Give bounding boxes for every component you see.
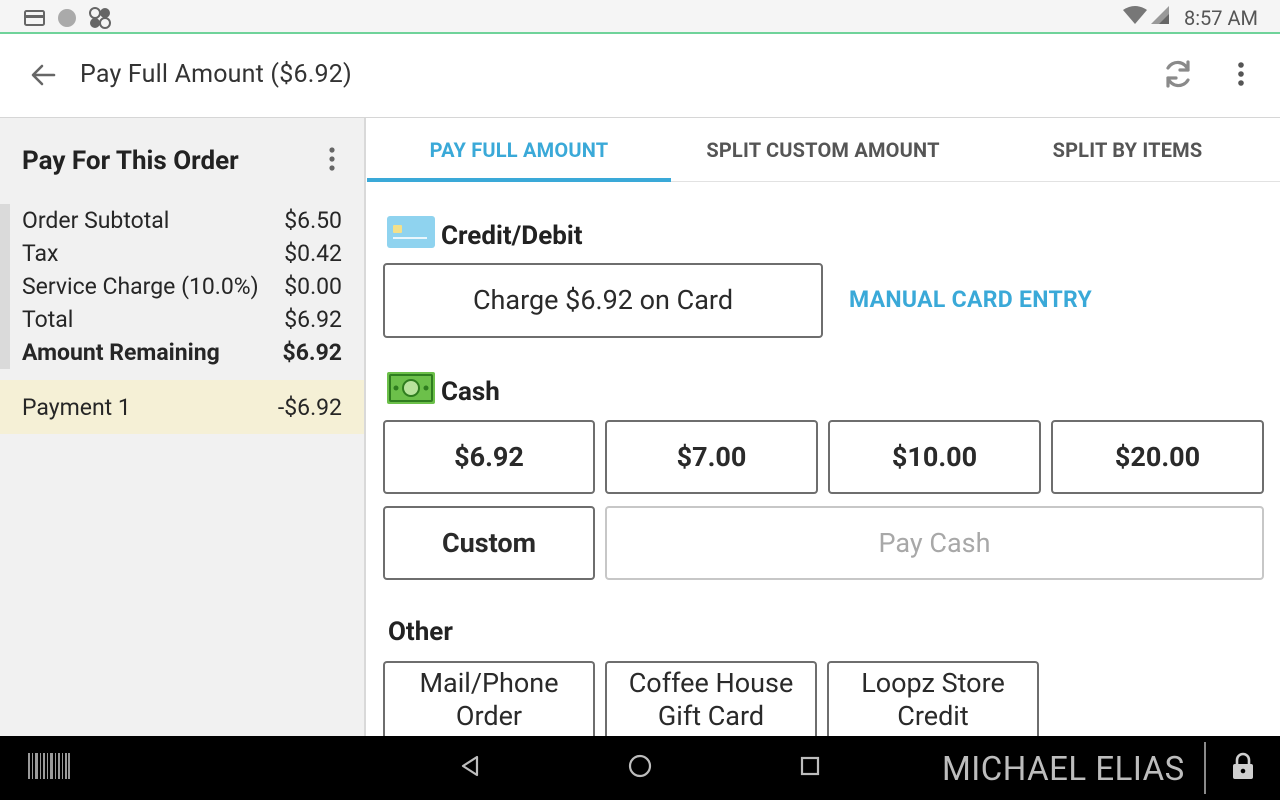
tax-label: Tax <box>22 240 59 267</box>
order-summary-panel: Pay For This Order Order Subtotal $6.50 … <box>0 118 366 736</box>
total-value: $6.92 <box>284 306 342 333</box>
subtotal-row: Order Subtotal $6.50 <box>10 204 364 237</box>
service-charge-row: Service Charge (10.0%) $0.00 <box>10 270 364 303</box>
wifi-icon <box>1122 5 1148 30</box>
cash-label: Cash <box>441 376 500 407</box>
order-summary-menu-button[interactable] <box>320 146 344 176</box>
payment-row[interactable]: Payment 1 -$6.92 <box>0 380 364 434</box>
store-credit-button[interactable]: Loopz Store Credit <box>827 661 1039 736</box>
nav-recents-button[interactable] <box>792 752 828 784</box>
tax-value: $0.42 <box>284 240 342 267</box>
back-arrow-icon <box>30 62 56 92</box>
cash-amount-button[interactable]: $7.00 <box>605 420 818 494</box>
service-charge-value: $0.00 <box>284 273 342 300</box>
more-vert-icon <box>328 146 336 176</box>
order-summary-list: Order Subtotal $6.50 Tax $0.42 Service C… <box>0 204 364 369</box>
tab-split-by-items[interactable]: SPLIT BY ITEMS <box>975 118 1280 182</box>
cash-amount-button[interactable]: $10.00 <box>828 420 1041 494</box>
order-summary-title: Pay For This Order <box>22 146 239 176</box>
nav-back-button[interactable] <box>452 752 488 784</box>
nav-home-icon <box>628 754 652 782</box>
status-time: 8:57 AM <box>1183 5 1258 30</box>
mail-phone-order-button[interactable]: Mail/Phone Order <box>383 661 595 736</box>
nav-home-button[interactable] <box>622 752 658 784</box>
amount-remaining-label: Amount Remaining <box>22 339 220 366</box>
card-reader-icon <box>24 9 46 31</box>
barcode-icon <box>28 753 70 783</box>
custom-cash-button[interactable]: Custom <box>383 506 595 580</box>
total-row: Total $6.92 <box>10 303 364 336</box>
credit-debit-label: Credit/Debit <box>441 220 583 251</box>
cash-amount-button[interactable]: $6.92 <box>383 420 595 494</box>
circle-status-icon <box>56 7 78 33</box>
app-bar: Pay Full Amount ($6.92) <box>0 36 1280 118</box>
tax-row: Tax $0.42 <box>10 237 364 270</box>
barcode-button[interactable] <box>28 752 70 784</box>
amount-remaining-value: $6.92 <box>282 339 342 366</box>
subtotal-label: Order Subtotal <box>22 207 170 234</box>
nav-back-icon <box>459 755 481 781</box>
active-tab-indicator <box>367 178 671 182</box>
subtotal-value: $6.50 <box>284 207 342 234</box>
total-label: Total <box>22 306 74 333</box>
tab-pay-full-amount[interactable]: PAY FULL AMOUNT <box>367 118 671 182</box>
cellular-signal-icon <box>1150 5 1170 30</box>
nav-divider <box>1204 742 1206 794</box>
charge-card-button[interactable]: Charge $6.92 on Card <box>383 263 823 338</box>
lock-button[interactable] <box>1226 752 1260 784</box>
status-bar-right: 8:57 AM <box>1122 5 1258 30</box>
other-heading: Other <box>388 617 453 647</box>
manual-card-entry-button[interactable]: MANUAL CARD ENTRY <box>849 286 1092 313</box>
status-bar: 8:57 AM <box>0 0 1280 34</box>
other-label: Other <box>388 617 453 647</box>
employee-name: MICHAEL ELIAS <box>942 750 1185 789</box>
lock-icon <box>1231 752 1255 784</box>
gift-card-button[interactable]: Coffee House Gift Card <box>605 661 817 736</box>
pay-cash-button[interactable]: Pay Cash <box>605 506 1264 580</box>
cash-icon <box>387 372 435 411</box>
service-charge-label: Service Charge (10.0%) <box>22 273 259 300</box>
cash-amount-button[interactable]: $20.00 <box>1051 420 1264 494</box>
status-bar-left <box>24 6 112 34</box>
cash-heading: Cash <box>387 372 500 411</box>
credit-card-icon <box>387 216 435 255</box>
payment-label: Payment 1 <box>22 393 131 421</box>
amount-remaining-row: Amount Remaining $6.92 <box>10 336 364 369</box>
payment-tabs: PAY FULL AMOUNT SPLIT CUSTOM AMOUNT SPLI… <box>367 118 1280 182</box>
clover-icon <box>88 6 112 34</box>
back-button[interactable] <box>26 60 60 94</box>
refresh-button[interactable] <box>1158 56 1198 96</box>
payment-value: -$6.92 <box>277 393 342 421</box>
tab-split-custom-amount[interactable]: SPLIT CUSTOM AMOUNT <box>671 118 975 182</box>
refresh-icon <box>1161 57 1195 95</box>
page-title: Pay Full Amount ($6.92) <box>80 60 352 89</box>
overflow-menu-button[interactable] <box>1226 56 1256 96</box>
credit-debit-heading: Credit/Debit <box>387 216 583 255</box>
system-nav-bar: MICHAEL ELIAS <box>0 736 1280 800</box>
more-vert-icon <box>1237 61 1245 91</box>
nav-recents-icon <box>800 756 820 780</box>
